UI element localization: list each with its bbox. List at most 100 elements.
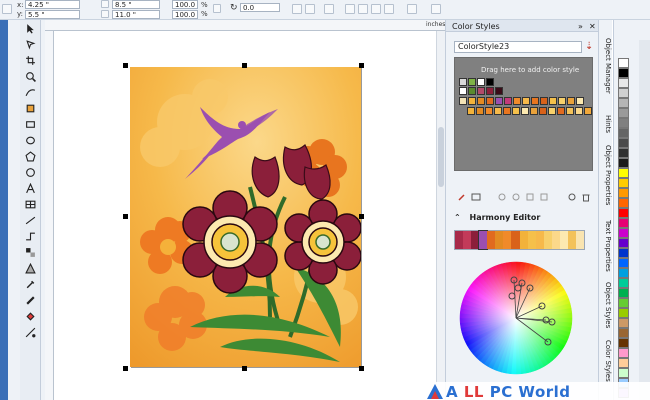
palette-swatch[interactable] xyxy=(618,118,629,128)
color-style-swatch[interactable] xyxy=(584,107,592,115)
palette-swatch[interactable] xyxy=(618,238,629,248)
tab-object-properties[interactable]: Object Properties xyxy=(600,145,612,205)
tab-object-manager[interactable]: Object Manager xyxy=(600,38,612,94)
color-style-swatch[interactable] xyxy=(566,107,574,115)
pick-tool-icon[interactable] xyxy=(23,22,37,35)
harmony-color-cell[interactable] xyxy=(471,231,480,249)
palette-swatch[interactable] xyxy=(618,158,629,168)
color-style-swatch[interactable] xyxy=(459,87,467,95)
freehand-tool-icon[interactable] xyxy=(23,86,37,99)
palette-swatch[interactable] xyxy=(618,148,629,158)
close-icon[interactable]: ✕ xyxy=(589,22,596,31)
selection-handle[interactable] xyxy=(123,366,128,371)
to-front-icon[interactable] xyxy=(407,4,417,14)
collapse-icon[interactable]: » xyxy=(578,22,583,31)
break-apart-icon[interactable] xyxy=(384,4,394,14)
link-icon[interactable] xyxy=(496,191,507,202)
palette-swatch[interactable] xyxy=(618,168,629,178)
palette-swatch[interactable] xyxy=(618,338,629,348)
palette-swatch[interactable] xyxy=(618,228,629,238)
color-style-swatch[interactable] xyxy=(576,97,584,105)
harmony-color-cell[interactable] xyxy=(478,230,489,250)
palette-swatch[interactable] xyxy=(618,218,629,228)
table-tool-icon[interactable] xyxy=(23,198,37,211)
palette-swatch[interactable] xyxy=(618,178,629,188)
color-style-swatch[interactable] xyxy=(539,107,547,115)
harmony-color-bar[interactable] xyxy=(454,230,585,250)
color-style-swatch[interactable] xyxy=(548,107,556,115)
grid-icon[interactable] xyxy=(2,4,12,14)
height-field[interactable]: 11.0 " xyxy=(112,10,160,19)
color-style-swatch[interactable] xyxy=(468,97,476,105)
color-style-name-field[interactable]: ColorStyle23 xyxy=(454,41,582,53)
lock-icon[interactable] xyxy=(213,4,221,13)
zoom-tool-icon[interactable] xyxy=(23,70,37,83)
palette-swatch[interactable] xyxy=(618,288,629,298)
ungroup-icon[interactable] xyxy=(358,4,368,14)
selection-handle[interactable] xyxy=(359,214,364,219)
mirror-v-icon[interactable] xyxy=(305,4,315,14)
dimension-tool-icon[interactable] xyxy=(23,214,37,227)
tab-text-properties[interactable]: Text Properties xyxy=(600,220,612,272)
outline-tool-icon[interactable] xyxy=(23,294,37,307)
scale-y-field[interactable]: 100.0 xyxy=(172,10,198,19)
color-style-swatch[interactable] xyxy=(495,87,503,95)
mirror-h-icon[interactable] xyxy=(292,4,302,14)
tab-color-styles[interactable]: Color Styles xyxy=(600,340,612,382)
palette-swatch[interactable] xyxy=(618,98,629,108)
harmony-color-cell[interactable] xyxy=(495,231,504,249)
palette-swatch[interactable] xyxy=(618,208,629,218)
selection-handle[interactable] xyxy=(359,63,364,68)
color-style-swatch[interactable] xyxy=(485,107,493,115)
to-back-icon[interactable] xyxy=(431,4,441,14)
selection-handle[interactable] xyxy=(242,366,247,371)
harmony-color-cell[interactable] xyxy=(455,231,464,249)
selection-handle[interactable] xyxy=(123,214,128,219)
color-style-swatch[interactable] xyxy=(513,97,521,105)
eyedropper-tool-icon[interactable] xyxy=(23,278,37,291)
text-tool-icon[interactable] xyxy=(23,182,37,195)
angle-field[interactable]: 0.0 xyxy=(240,3,280,12)
transparency-tool-icon[interactable] xyxy=(23,262,37,275)
blend-tool-icon[interactable] xyxy=(23,246,37,259)
ellipse-tool-icon[interactable] xyxy=(23,134,37,147)
harmony-color-cell[interactable] xyxy=(527,231,536,249)
color-style-swatch[interactable] xyxy=(467,107,475,115)
settings-icon[interactable] xyxy=(566,191,577,202)
color-style-swatch[interactable] xyxy=(477,97,485,105)
palette-swatch[interactable] xyxy=(618,248,629,258)
canvas-vertical-scrollbar[interactable] xyxy=(436,31,445,400)
horizontal-ruler[interactable] xyxy=(45,20,445,31)
palette-swatch[interactable] xyxy=(618,128,629,138)
palette-swatch[interactable] xyxy=(618,138,629,148)
artwork-page[interactable] xyxy=(130,67,361,367)
palette-swatch[interactable] xyxy=(618,358,629,368)
polygon-tool-icon[interactable] xyxy=(23,150,37,163)
connector-tool-icon[interactable] xyxy=(23,230,37,243)
combine-icon[interactable] xyxy=(371,4,381,14)
harmony-color-cell[interactable] xyxy=(511,231,520,249)
scale-x-field[interactable]: 100.0 xyxy=(172,0,198,9)
color-style-area[interactable]: Drag here to add color style xyxy=(454,57,593,171)
import-icon[interactable] xyxy=(538,191,549,202)
eyedropper-icon[interactable] xyxy=(456,191,467,202)
color-wheel[interactable] xyxy=(456,258,576,378)
palette-swatch[interactable] xyxy=(618,188,629,198)
harmony-color-cell[interactable] xyxy=(575,231,584,249)
palette-swatch[interactable] xyxy=(618,328,629,338)
color-style-swatch[interactable] xyxy=(557,107,565,115)
harmony-editor-header[interactable]: ⌃ Harmony Editor xyxy=(454,213,593,223)
harmony-color-cell[interactable] xyxy=(535,231,544,249)
color-style-swatch[interactable] xyxy=(558,97,566,105)
color-style-swatch[interactable] xyxy=(476,107,484,115)
harmony-color-cell[interactable] xyxy=(503,231,512,249)
selection-handle[interactable] xyxy=(242,63,247,68)
color-style-swatch[interactable] xyxy=(494,107,502,115)
harmony-color-cell[interactable] xyxy=(567,231,576,249)
rectangle-tool-icon[interactable] xyxy=(23,118,37,131)
palette-swatch[interactable] xyxy=(618,268,629,278)
color-style-swatch[interactable] xyxy=(468,87,476,95)
palette-swatch[interactable] xyxy=(618,58,629,68)
selection-handle[interactable] xyxy=(123,63,128,68)
palette-swatch[interactable] xyxy=(618,348,629,358)
